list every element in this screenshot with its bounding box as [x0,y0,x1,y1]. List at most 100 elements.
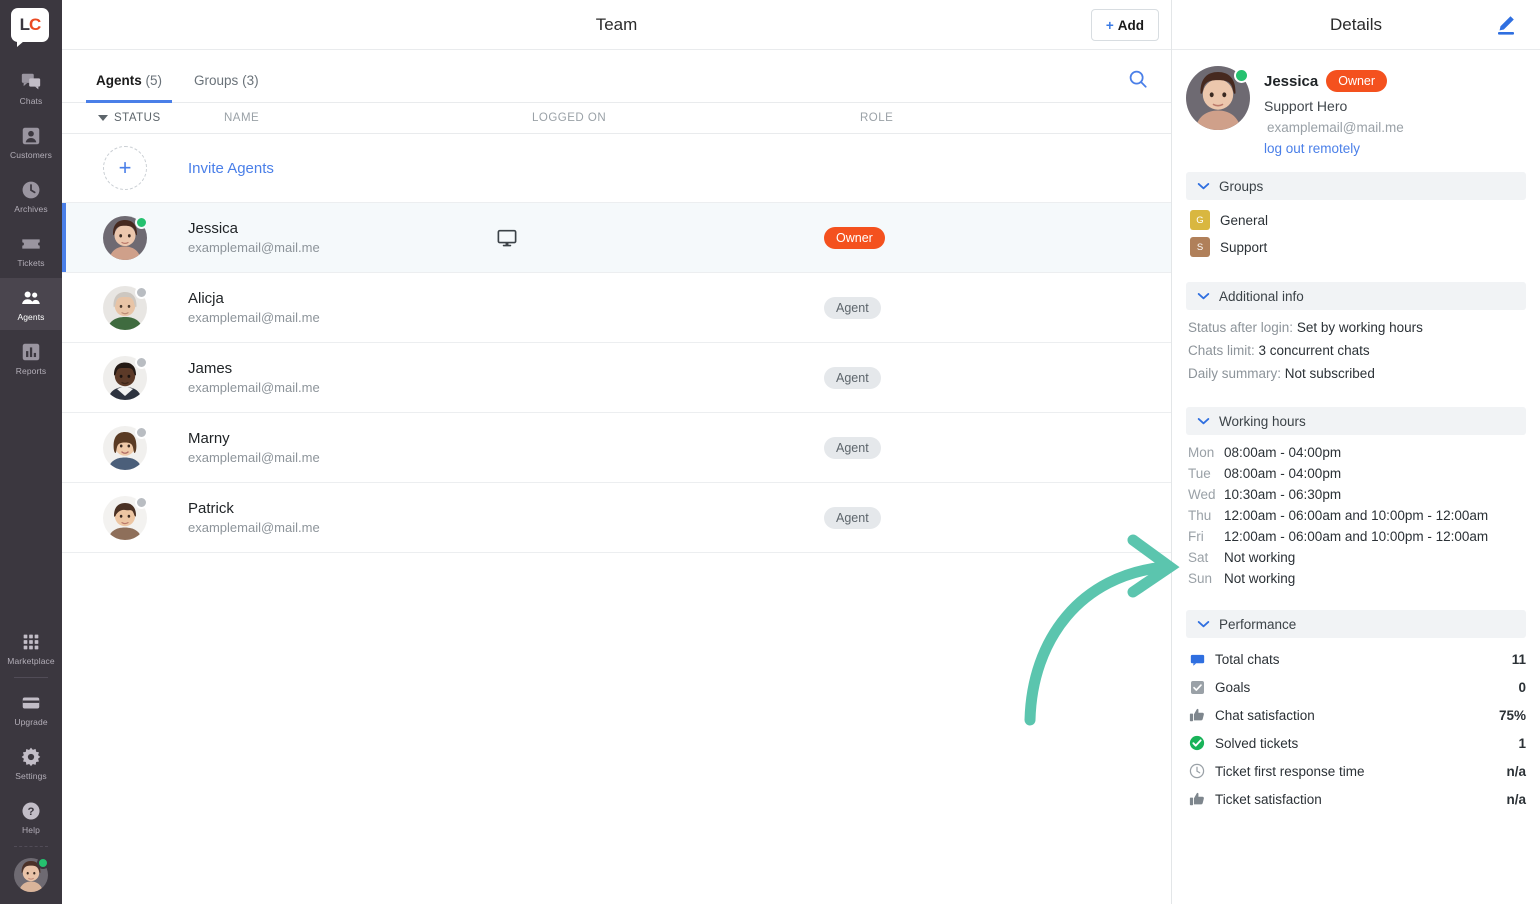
column-header-role[interactable]: ROLE [860,112,1171,124]
tab-agents-count: (5) [145,73,163,88]
row-name-cell: Jessica examplemail@mail.me [188,220,496,255]
avatar [103,495,148,540]
agent-email: examplemail@mail.me [188,520,320,535]
performance-value-ticket-first-response-time: n/a [1506,763,1526,779]
chevron-down-icon [1197,292,1210,299]
status-dot-online [1234,68,1249,83]
table-row[interactable]: James examplemail@mail.me Agent [62,343,1171,413]
edit-button[interactable] [1494,13,1518,37]
sidebar-item-help[interactable]: ? Help [0,791,62,843]
invite-agents-row[interactable]: + Invite Agents [62,134,1171,203]
help-icon: ? [22,801,40,820]
sidebar-item-marketplace[interactable]: Marketplace [0,622,62,674]
performance-row-chat-satisfaction: Chat satisfaction 75% [1188,706,1526,724]
performance-row-total-chats: Total chats 11 [1188,650,1526,668]
column-header-status[interactable]: STATUS [98,112,224,124]
profile-block: Jessica Owner Support Hero examplemail@m… [1172,50,1540,164]
agent-email: examplemail@mail.me [188,380,320,395]
performance-value-chat-satisfaction: 75% [1498,707,1526,723]
thumbs-up-icon [1188,790,1206,808]
row-name-cell: Marny examplemail@mail.me [188,430,496,465]
info-label-chats-limit: Chats limit: [1188,343,1255,358]
agent-name: Alicja [188,290,224,307]
status-dot-online [37,857,49,869]
row-name-cell: James examplemail@mail.me [188,360,496,395]
section-header-performance[interactable]: Performance [1186,610,1526,638]
performance-value-solved-tickets: 1 [1518,735,1526,751]
profile-name: Jessica [1264,72,1319,90]
working-hours-row-thu: Thu 12:00am - 06:00am and 10:00pm - 12:0… [1188,508,1526,523]
profile-avatar [1186,66,1250,130]
group-name-general: General [1220,212,1269,228]
table-row[interactable]: Alicja examplemail@mail.me Agent [62,273,1171,343]
table-row[interactable]: Jessica examplemail@mail.me Owner [62,203,1171,273]
group-item-support[interactable]: S Support [1190,237,1526,257]
current-user-avatar[interactable] [14,857,49,892]
working-hours-value-sun: Not working [1224,571,1296,586]
group-item-general[interactable]: G General [1190,210,1526,230]
chevron-down-icon [1197,620,1210,627]
agent-name: Patrick [188,500,234,517]
desktop-monitor-icon [497,229,517,246]
sidebar-item-agents[interactable]: Agents [0,278,62,330]
column-header-name[interactable]: NAME [224,112,532,124]
column-header-status-label: STATUS [114,112,161,124]
status-badge: Agent [824,366,881,389]
sidebar-divider-2 [14,846,48,847]
chevron-down-icon [1197,182,1210,189]
info-value-daily-summary: Not subscribed [1284,366,1375,381]
status-badge: Agent [824,296,881,319]
add-button[interactable]: + Add [1090,9,1159,41]
sidebar-item-upgrade[interactable]: Upgrade [0,683,62,735]
performance-row-ticket-first-response-time: Ticket first response time n/a [1188,762,1526,780]
tab-groups-count: (3) [242,73,259,88]
working-hours-value-mon: 08:00am - 04:00pm [1224,445,1342,460]
info-row-status-after-login: Status after login: Set by working hours [1188,320,1526,335]
agent-email: examplemail@mail.me [188,450,320,465]
sidebar-item-tickets[interactable]: Tickets [0,224,62,276]
sidebar-item-archives[interactable]: Archives [0,170,62,222]
checkbox-icon [1188,678,1206,696]
section-title-working-hours: Working hours [1219,413,1306,429]
invite-agents-link[interactable]: Invite Agents [188,160,496,177]
sidebar-label-marketplace: Marketplace [7,655,55,666]
working-hours-row-fri: Fri 12:00am - 06:00am and 10:00pm - 12:0… [1188,529,1526,544]
tab-agents[interactable]: Agents (5) [86,73,173,103]
sidebar-item-chats[interactable]: Chats [0,62,62,114]
livechat-logo[interactable]: LC [11,8,51,48]
sidebar-label-tickets: Tickets [17,257,45,268]
gear-icon [21,747,41,766]
sidebar-item-reports[interactable]: Reports [0,332,62,384]
section-header-working-hours[interactable]: Working hours [1186,407,1526,435]
tab-groups[interactable]: Groups (3) [184,73,269,102]
column-header-logged-on[interactable]: LOGGED ON [532,112,860,124]
sidebar-item-settings[interactable]: Settings [0,737,62,789]
row-avatar-cell [62,215,188,260]
working-hours-row-sat: Sat Not working [1188,550,1526,565]
table-row[interactable]: Marny examplemail@mail.me Agent [62,413,1171,483]
invite-avatar-cell: + [62,146,188,190]
profile-role-badge: Owner [1326,70,1388,92]
row-avatar-cell [62,495,188,540]
row-avatar-cell [62,355,188,400]
search-button[interactable] [1127,68,1149,90]
tickets-icon [22,238,40,249]
working-hours-row-wed: Wed 10:30am - 06:30pm [1188,487,1526,502]
table-row[interactable]: Patrick examplemail@mail.me Agent [62,483,1171,553]
agent-email: examplemail@mail.me [188,240,320,255]
working-hours-value-thu: 12:00am - 06:00am and 10:00pm - 12:00am [1224,508,1489,523]
sidebar-label-reports: Reports [15,365,47,376]
section-header-additional-info[interactable]: Additional info [1186,282,1526,310]
status-dot-online [135,215,148,229]
add-button-label: Add [1117,17,1144,33]
log-out-remotely-link[interactable]: log out remotely [1264,141,1404,156]
group-badge-support: S [1190,237,1210,257]
info-value-chats-limit: 3 concurrent chats [1258,343,1370,358]
sidebar-label-chats: Chats [19,95,43,106]
row-avatar-cell [62,285,188,330]
section-body-additional-info: Status after login: Set by working hours… [1172,310,1540,393]
app-window: LC Chats Customers Archives Tickets Agen… [0,0,1540,904]
section-header-groups[interactable]: Groups [1186,172,1526,200]
avatar [103,285,148,330]
sidebar-item-customers[interactable]: Customers [0,116,62,168]
